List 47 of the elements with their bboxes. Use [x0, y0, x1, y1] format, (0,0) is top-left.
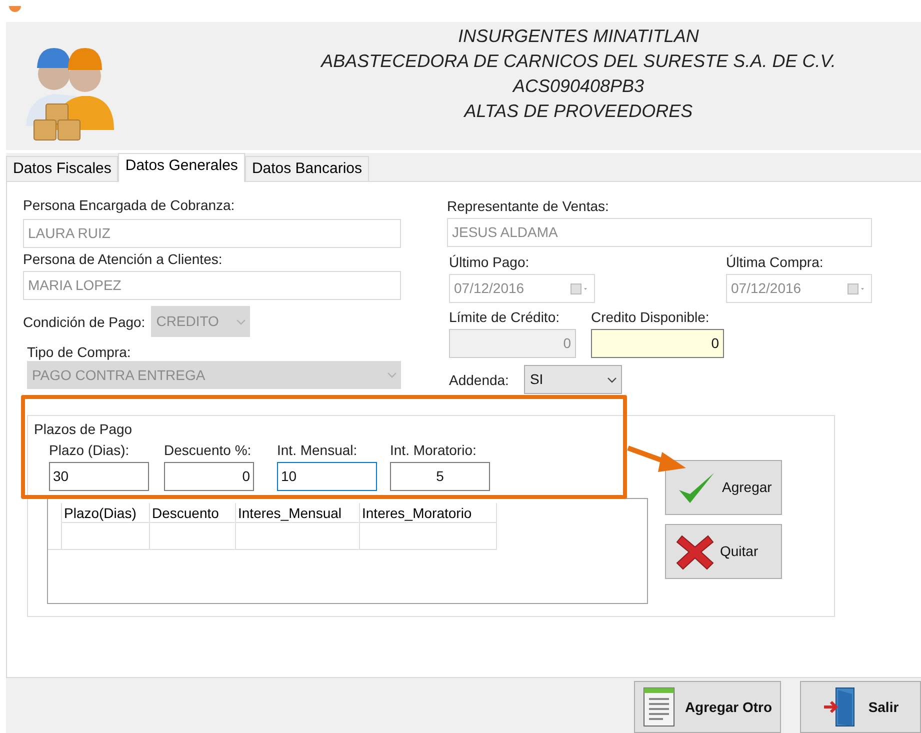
field-label: Addenda:: [449, 370, 509, 388]
calendar-icon: [570, 282, 590, 294]
column-header[interactable]: Interes_Mensual: [236, 503, 360, 523]
chevron-down-icon: [236, 318, 246, 324]
field-label: Credito Disponible:: [591, 308, 710, 326]
footer-button[interactable]: Salir: [800, 681, 921, 733]
field-label: Int. Mensual:: [277, 441, 358, 459]
empty-table-cell[interactable]: [62, 523, 150, 550]
action-button[interactable]: Agregar: [665, 460, 782, 515]
number-field[interactable]: 0: [164, 462, 254, 491]
field-label: Último Pago:: [449, 253, 530, 271]
chevron-down-icon: [387, 372, 397, 378]
text-field[interactable]: 0: [591, 329, 724, 358]
header-title: ABASTECEDORA DE CARNICOS DEL SURESTE S.A. DE C.V.: [321, 50, 836, 73]
header-title: ACS090408PB3: [512, 75, 644, 98]
field-label: Persona Encargada de Cobranza:: [23, 196, 236, 214]
field-label: Condición de Pago:: [23, 312, 146, 330]
group-title: Plazos de Pago: [34, 420, 134, 438]
header-title: ALTAS DE PROVEEDORES: [464, 100, 693, 123]
field-label: Representante de Ventas:: [447, 197, 610, 215]
x-mark-icon: [676, 534, 714, 570]
chevron-down-icon: [606, 376, 617, 382]
field-label: Plazo (Dias):: [49, 441, 130, 459]
footer-button[interactable]: Agregar Otro: [634, 681, 781, 733]
action-button[interactable]: Quitar: [665, 524, 782, 579]
field-label: Última Compra:: [726, 253, 824, 271]
field-label: Tipo de Compra:: [27, 343, 132, 361]
header-title: INSURGENTES MINATITLAN: [458, 25, 699, 48]
field-label: Int. Moratorio:: [390, 441, 478, 459]
tab[interactable]: Datos Fiscales: [6, 156, 118, 181]
number-field[interactable]: 10: [277, 462, 377, 491]
dropdown[interactable]: SI: [524, 365, 622, 394]
number-field[interactable]: 5: [390, 462, 490, 491]
document-icon: [642, 687, 675, 727]
number-field[interactable]: 30: [49, 462, 149, 491]
empty-table-cell[interactable]: [150, 523, 236, 550]
field-label: Persona de Atención a Clientes:: [23, 250, 224, 268]
empty-table-cell[interactable]: [236, 523, 360, 550]
tab[interactable]: Datos Generales: [118, 153, 245, 182]
field-label: Límite de Crédito:: [449, 308, 560, 326]
field-label: Descuento %:: [164, 441, 252, 459]
empty-table-cell[interactable]: [360, 523, 497, 550]
column-header[interactable]: Interes_Moratorio: [360, 503, 497, 523]
tab[interactable]: Datos Bancarios: [244, 156, 369, 181]
column-header[interactable]: Descuento: [150, 503, 236, 523]
calendar-icon: [847, 282, 867, 294]
column-header[interactable]: Plazo(Dias): [62, 503, 150, 523]
